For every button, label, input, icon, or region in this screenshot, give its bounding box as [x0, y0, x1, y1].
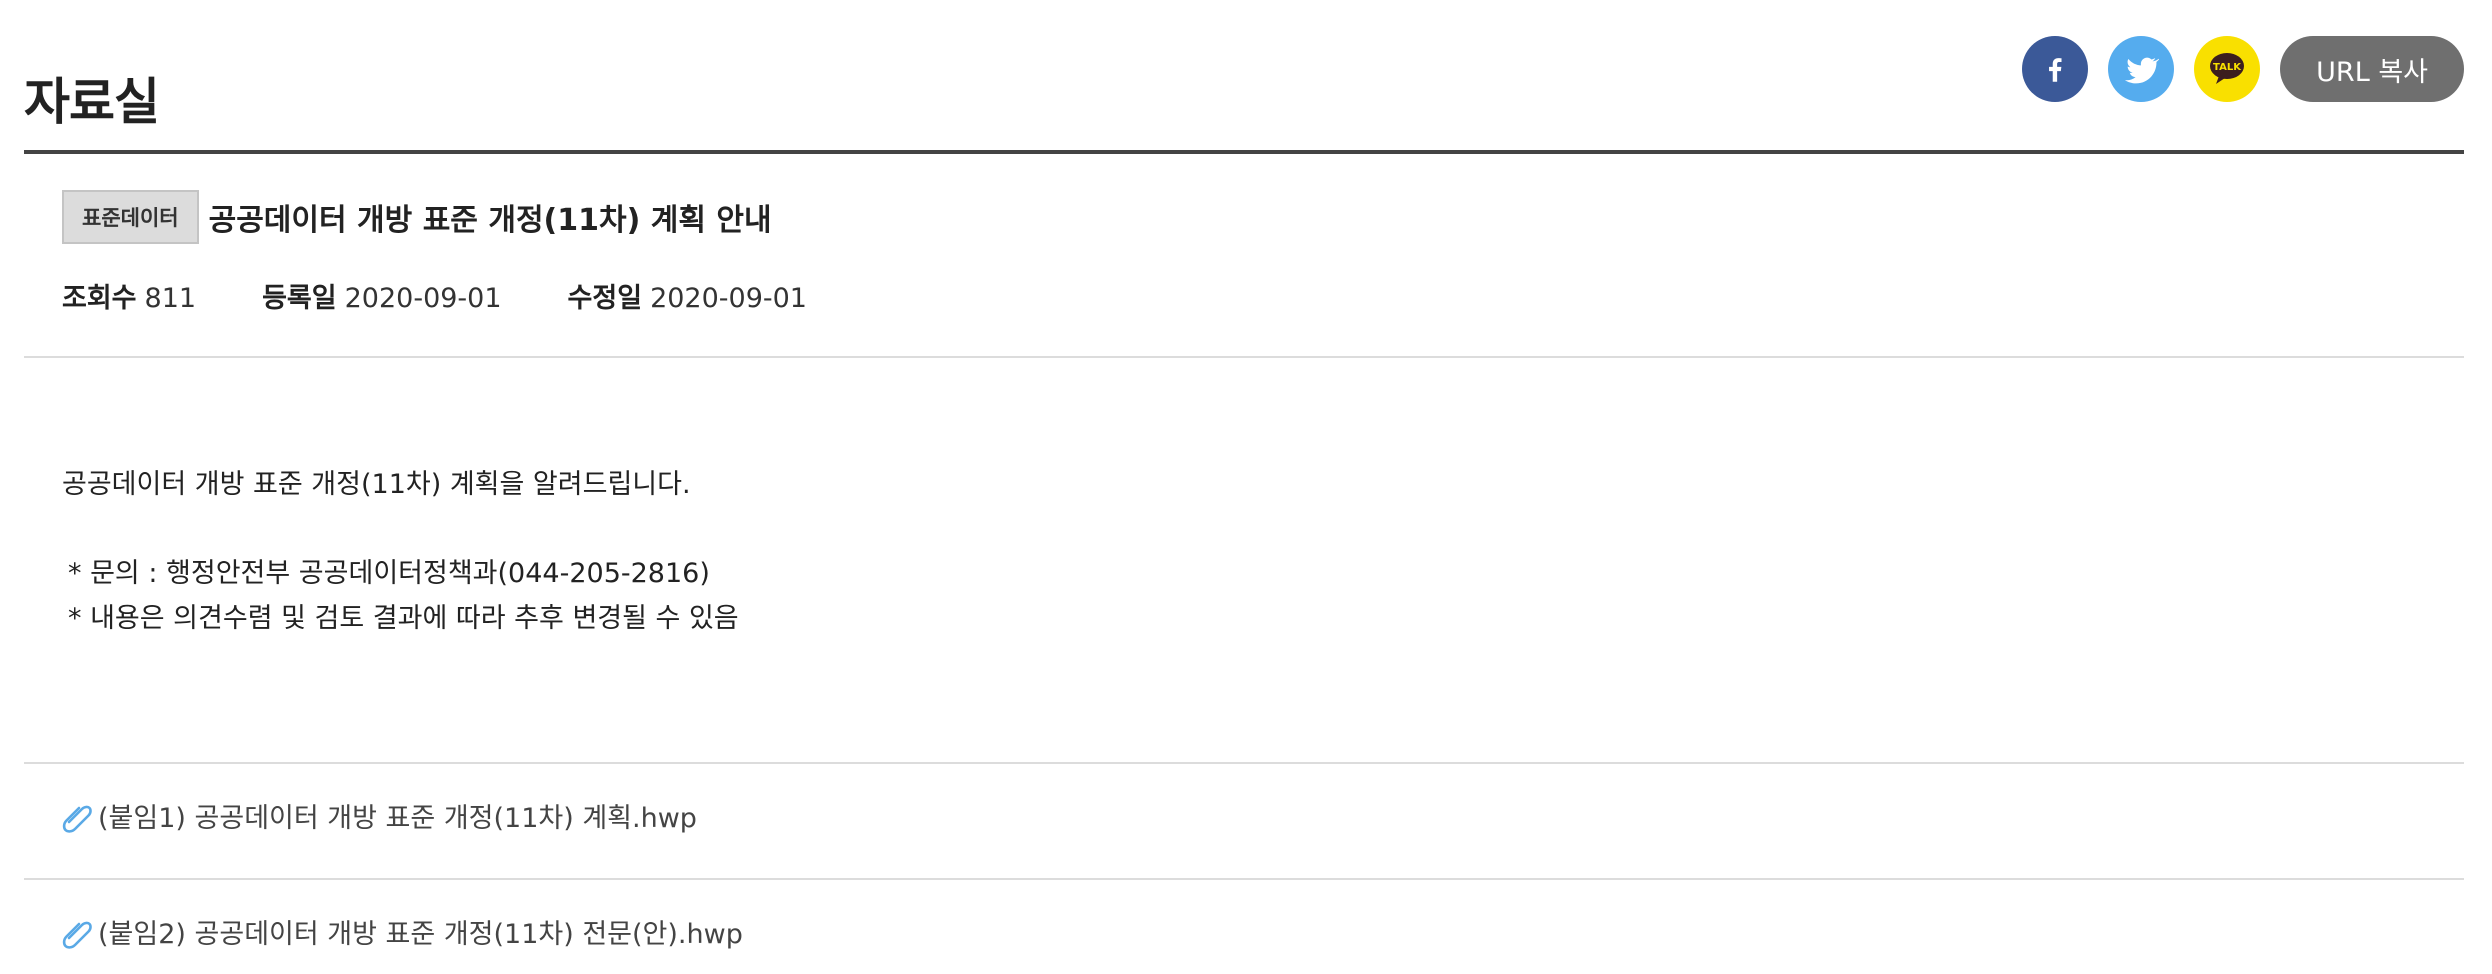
registered-date-value: 2020-09-01 [344, 283, 502, 314]
content-contact: * 문의 : 행정안전부 공공데이터정책과(044-205-2816) [68, 558, 710, 589]
attachment-name: (붙임2) 공공데이터 개방 표준 개정(11차) 전문(안).hwp [98, 919, 743, 950]
views-meta: 조회수 811 [62, 276, 196, 315]
category-badge: 표준데이터 [62, 190, 199, 244]
page-title: 자료실 [24, 72, 160, 131]
url-copy-button[interactable]: URL 복사 [2280, 36, 2464, 102]
kakaotalk-share-button[interactable]: TALK [2194, 36, 2261, 102]
registered-date-label: 등록일 [262, 283, 337, 314]
content-intro: 공공데이터 개방 표준 개정(11차) 계획을 알려드립니다. [62, 469, 691, 500]
views-label: 조회수 [62, 283, 137, 314]
facebook-share-button[interactable] [2022, 36, 2089, 102]
twitter-icon [2124, 57, 2160, 84]
post-meta: 조회수 811 등록일 2020-09-01 수정일 2020-09-01 [62, 276, 873, 315]
content-notice: * 내용은 의견수렴 및 검토 결과에 따라 추후 변경될 수 있음 [68, 603, 739, 634]
modified-date-meta: 수정일 2020-09-01 [568, 276, 807, 315]
attachment-link[interactable]: (붙임1) 공공데이터 개방 표준 개정(11차) 계획.hwp [62, 796, 697, 835]
modified-date-value: 2020-09-01 [650, 283, 807, 314]
meta-divider [24, 356, 2464, 358]
twitter-share-button[interactable] [2108, 36, 2175, 102]
share-bar: TALK URL 복사 [2022, 36, 2464, 102]
post-content: 공공데이터 개방 표준 개정(11차) 계획을 알려드립니다. * 문의 : 행… [62, 462, 739, 641]
kakaotalk-icon: TALK [2210, 53, 2245, 84]
attachment-name: (붙임1) 공공데이터 개방 표준 개정(11차) 계획.hwp [98, 803, 697, 834]
attachment-link[interactable]: (붙임2) 공공데이터 개방 표준 개정(11차) 전문(안).hwp [62, 912, 743, 951]
header-divider [24, 150, 2464, 154]
kakaotalk-label: TALK [2213, 62, 2242, 73]
registered-date-meta: 등록일 2020-09-01 [262, 276, 501, 315]
modified-date-label: 수정일 [567, 283, 643, 314]
post-title: 공공데이터 개방 표준 개정(11차) 계획 안내 [208, 203, 772, 238]
facebook-icon [2049, 58, 2062, 82]
paperclip-icon [62, 921, 92, 949]
post-heading: 표준데이터 공공데이터 개방 표준 개정(11차) 계획 안내 [62, 190, 772, 244]
post-view: 자료실 TALK URL 복사 표준데이터 공공데이터 개방 표준 개정(11차… [24, 0, 2464, 974]
attachment-divider [24, 878, 2464, 880]
views-value: 811 [144, 283, 197, 314]
paperclip-icon [62, 805, 92, 833]
content-divider [24, 762, 2464, 764]
